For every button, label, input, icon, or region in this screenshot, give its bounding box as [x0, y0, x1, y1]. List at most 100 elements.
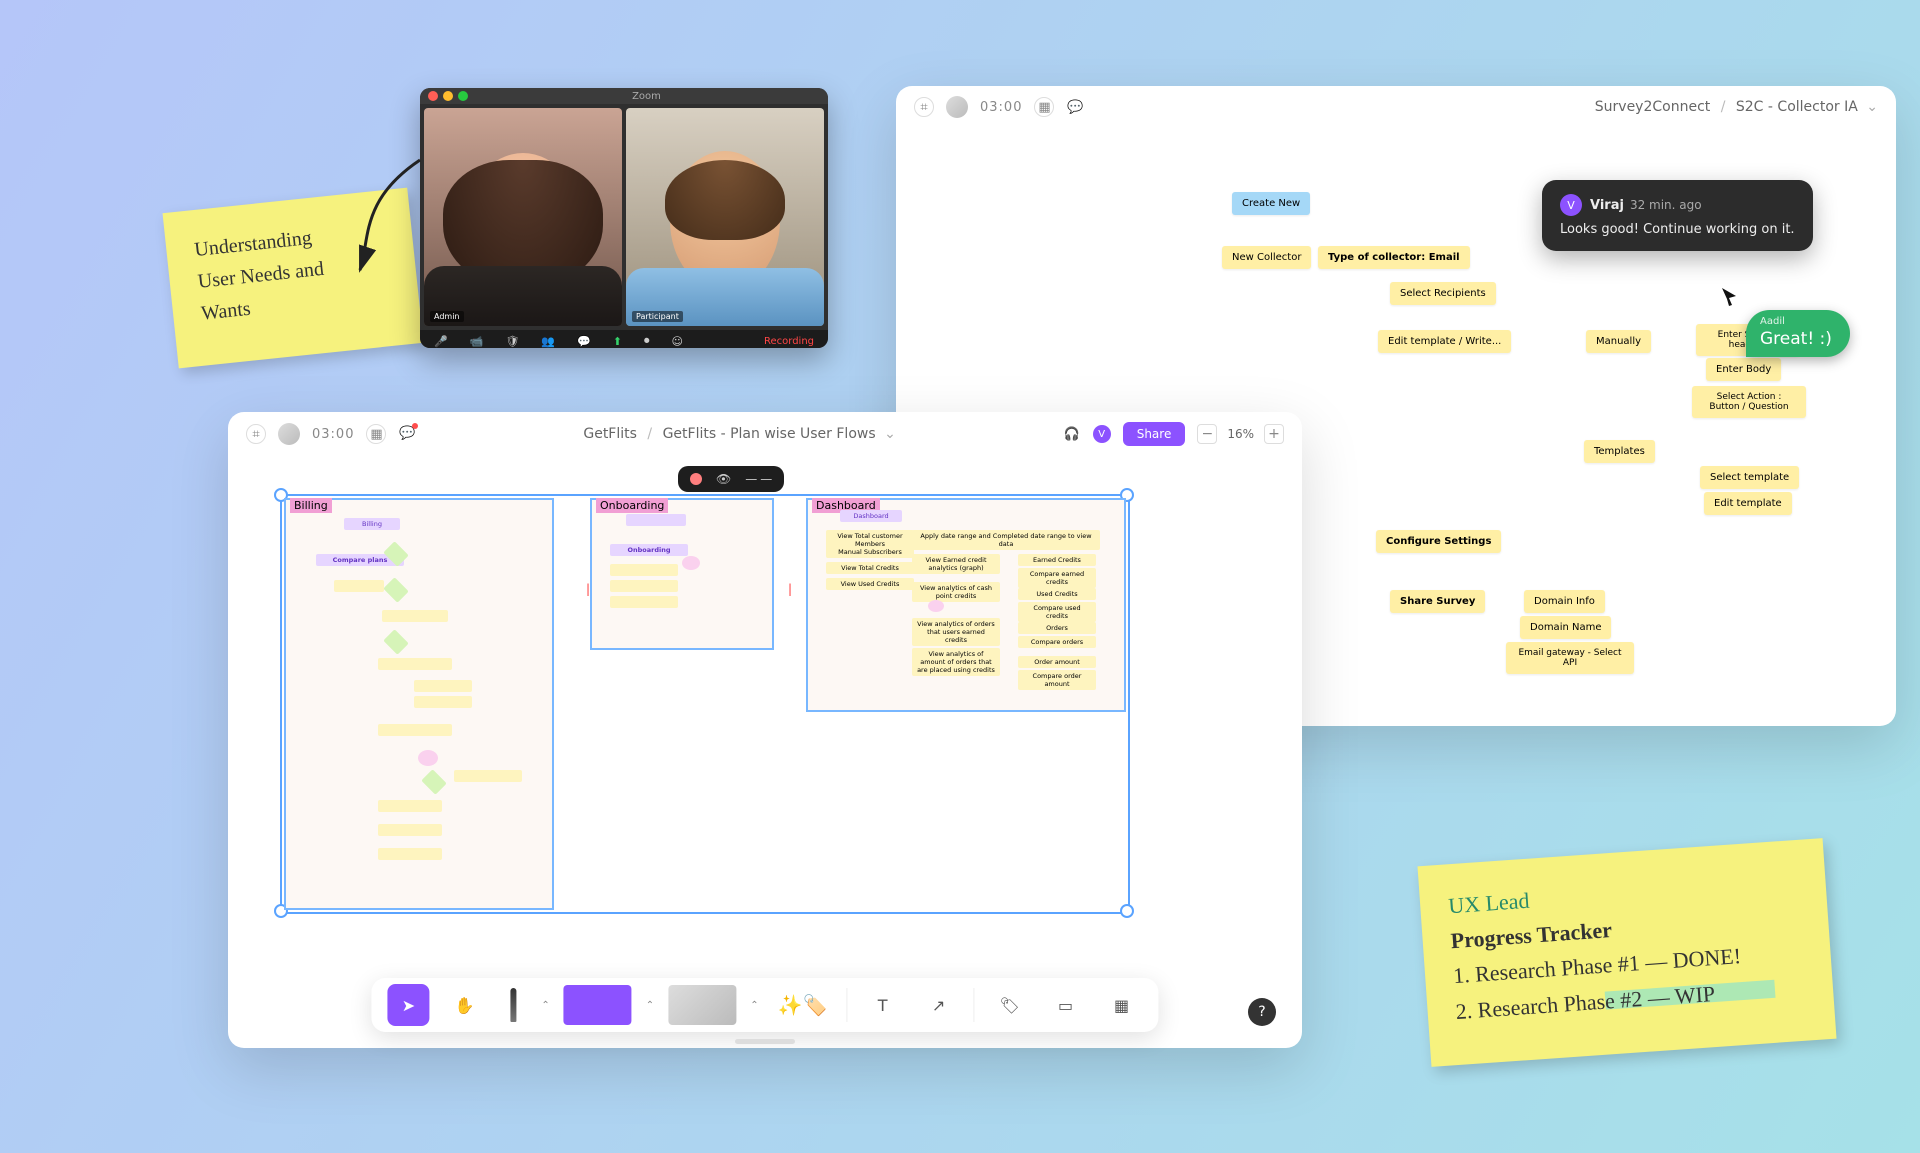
- marker-tool[interactable]: [499, 984, 527, 1026]
- help-button[interactable]: ?: [1248, 998, 1276, 1026]
- node-recipients[interactable]: Select Recipients: [1390, 282, 1496, 305]
- divider: [847, 988, 848, 1022]
- selection-handle[interactable]: [1120, 904, 1134, 918]
- presence-avatar[interactable]: V: [1093, 425, 1111, 443]
- node-domain-name[interactable]: Domain Name: [1520, 616, 1611, 639]
- node-share[interactable]: Share Survey: [1390, 590, 1485, 613]
- voice-icon[interactable]: 🎧: [1063, 425, 1081, 443]
- resize-handle[interactable]: [735, 1039, 795, 1044]
- comments-icon[interactable]: 💬: [1066, 98, 1084, 116]
- divider: [974, 988, 975, 1022]
- video-feed: Admin: [424, 108, 622, 326]
- comment-body: Looks good! Continue working on it.: [1560, 222, 1795, 237]
- flow-box: Orders: [1018, 622, 1096, 634]
- select-tool[interactable]: ➤: [387, 984, 429, 1026]
- zoom-level[interactable]: 16%: [1227, 427, 1254, 441]
- flow-box: [378, 848, 442, 860]
- node-configure[interactable]: Configure Settings: [1376, 530, 1501, 553]
- reactions-icon[interactable]: ☺: [672, 335, 683, 348]
- comment-thread[interactable]: V Viraj 32 min. ago Looks good! Continue…: [1542, 180, 1813, 251]
- cursor-chat-bubble: Aadil Great! :): [1746, 310, 1850, 357]
- node-new-collector[interactable]: New Collector: [1222, 246, 1311, 269]
- frame-label: Onboarding: [596, 498, 668, 513]
- crumb-file[interactable]: S2C - Collector IA: [1736, 99, 1858, 115]
- flow-box: Compare order amount: [1018, 670, 1096, 690]
- comment-author: Viraj: [1590, 198, 1624, 213]
- breadcrumb[interactable]: Survey2Connect / S2C - Collector IA ⌄: [1595, 99, 1878, 115]
- flow-box: Order amount: [1018, 656, 1096, 668]
- node-edit-template[interactable]: Edit template / Write...: [1378, 330, 1511, 353]
- comments-icon-badge[interactable]: 💬: [398, 425, 416, 443]
- participants-icon[interactable]: 👥: [541, 335, 555, 348]
- stamp-tool[interactable]: ✨🏷️: [773, 984, 833, 1026]
- record-icon[interactable]: ⏺: [644, 334, 650, 348]
- node-collector-type[interactable]: Type of collector: Email: [1318, 246, 1470, 269]
- text-tool[interactable]: T: [862, 984, 904, 1026]
- node-create-new[interactable]: Create New: [1232, 192, 1310, 215]
- flow-head: Billing: [344, 518, 400, 530]
- chevron-up-icon[interactable]: ⌃: [750, 1000, 758, 1011]
- shape-tool[interactable]: [668, 985, 736, 1025]
- flow-pink: [682, 556, 700, 570]
- figma-menu-icon[interactable]: ⌗: [246, 424, 266, 444]
- security-icon[interactable]: 🛡: [505, 335, 519, 348]
- flow-decision: [383, 629, 408, 654]
- frame-view-icon[interactable]: ▦: [1034, 97, 1054, 117]
- video-label: Admin: [430, 311, 464, 322]
- stamp-icon[interactable]: 🏷: [989, 984, 1031, 1026]
- figjam-toolbar: ➤ ✋ ⌃ ⌃ ⌃ ✨🏷️ T ↗ 🏷 ▭ ▦: [371, 978, 1158, 1032]
- user-avatar[interactable]: [946, 96, 968, 118]
- flow-box: [610, 596, 678, 608]
- figma-menu-icon[interactable]: ⌗: [914, 97, 934, 117]
- flow-box: [334, 580, 384, 592]
- sticky-note-needs: Understanding User Needs and Wants: [163, 188, 424, 369]
- visibility-icon[interactable]: 👁: [716, 472, 731, 486]
- crumb-file[interactable]: GetFlits - Plan wise User Flows: [663, 426, 876, 442]
- crumb-root[interactable]: GetFlits: [583, 426, 637, 442]
- frame-onboarding[interactable]: Onboarding Onboarding: [590, 498, 774, 650]
- chevron-up-icon[interactable]: ⌃: [541, 1000, 549, 1011]
- node-select-template[interactable]: Select template: [1700, 466, 1799, 489]
- traffic-light-min[interactable]: [443, 91, 453, 101]
- node-manually[interactable]: Manually: [1586, 330, 1651, 353]
- node-action[interactable]: Select Action : Button / Question: [1692, 386, 1806, 418]
- node-domain-info[interactable]: Domain Info: [1524, 590, 1605, 613]
- flow-box: View analytics of cash point credits: [912, 582, 1000, 602]
- flow-box: [378, 824, 442, 836]
- node-edit-template2[interactable]: Edit template: [1704, 492, 1792, 515]
- zoom-out-button[interactable]: −: [1197, 424, 1217, 444]
- node-body[interactable]: Enter Body: [1706, 358, 1781, 381]
- share-button[interactable]: Share: [1123, 422, 1186, 446]
- crumb-root[interactable]: Survey2Connect: [1595, 99, 1711, 115]
- node-templates[interactable]: Templates: [1584, 440, 1655, 463]
- user-avatar[interactable]: [278, 423, 300, 445]
- recording-status: Recording: [764, 336, 814, 347]
- flow-box: [610, 580, 678, 592]
- selection-toolbar[interactable]: 👁 ——: [678, 466, 784, 492]
- traffic-light-max[interactable]: [458, 91, 468, 101]
- frame-billing[interactable]: Billing Billing Compare plans: [284, 498, 554, 910]
- options-icon[interactable]: ——: [745, 472, 772, 486]
- sticky-tool[interactable]: [564, 985, 632, 1025]
- chevron-up-icon[interactable]: ⌃: [646, 1000, 654, 1011]
- flow-box: Manual Subscribers: [826, 546, 914, 558]
- zoom-in-button[interactable]: +: [1264, 424, 1284, 444]
- flow-head: Onboarding: [610, 544, 688, 556]
- flow-box: [414, 696, 472, 708]
- chat-icon[interactable]: 💬: [577, 335, 591, 348]
- node-gateway[interactable]: Email gateway - Select API: [1506, 642, 1634, 674]
- timer: 03:00: [980, 100, 1022, 115]
- mic-icon[interactable]: 🎤: [434, 335, 448, 348]
- flow-decision: [383, 577, 408, 602]
- breadcrumb[interactable]: GetFlits / GetFlits - Plan wise User Flo…: [583, 426, 895, 442]
- hand-tool[interactable]: ✋: [443, 984, 485, 1026]
- frame-dashboard[interactable]: Dashboard Dashboard Apply date range and…: [806, 498, 1126, 712]
- frame-view-icon[interactable]: ▦: [366, 424, 386, 444]
- camera-icon[interactable]: 📹: [470, 335, 484, 348]
- share-screen-icon[interactable]: ⬆: [613, 335, 622, 348]
- connector-tool[interactable]: ↗: [918, 984, 960, 1026]
- table-tool[interactable]: ▦: [1101, 984, 1143, 1026]
- color-swatch-icon[interactable]: [690, 473, 702, 485]
- section-tool[interactable]: ▭: [1045, 984, 1087, 1026]
- traffic-light-close[interactable]: [428, 91, 438, 101]
